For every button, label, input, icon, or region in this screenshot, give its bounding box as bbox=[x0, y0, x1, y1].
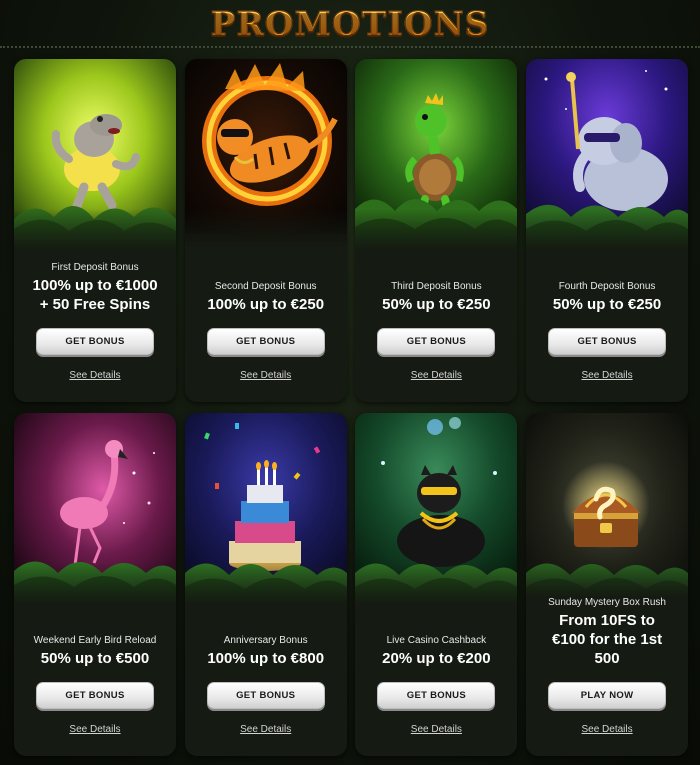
card-offer: 50% up to €500 bbox=[40, 650, 150, 667]
promo-card-second-deposit: Second Deposit Bonus 100% up to €250 GET… bbox=[184, 59, 347, 402]
card-offer: 20% up to €200 bbox=[382, 650, 491, 667]
promo-card-live-cashback: Live Casino Cashback 20% up to €200 GET … bbox=[355, 413, 518, 756]
see-details-link[interactable]: See Details bbox=[69, 724, 120, 735]
see-details-link[interactable]: See Details bbox=[411, 724, 462, 735]
treasure-chest-illustration bbox=[526, 413, 689, 597]
see-details-link[interactable]: See Details bbox=[581, 370, 632, 381]
see-details-link[interactable]: See Details bbox=[69, 370, 120, 381]
turtle-illustration bbox=[355, 59, 518, 249]
promotions-grid: First Deposit Bonus 100% up to €1000 + 5… bbox=[14, 59, 689, 756]
promo-card-first-deposit: First Deposit Bonus 100% up to €1000 + 5… bbox=[14, 59, 176, 402]
promo-card-third-deposit: Third Deposit Bonus 50% up to €250 GET B… bbox=[355, 59, 518, 402]
card-offer: 100% up to €1000 + 50 Free Spins bbox=[32, 277, 158, 313]
card-offer: 50% up to €250 bbox=[382, 296, 491, 313]
card-label: Weekend Early Bird Reload bbox=[33, 635, 157, 646]
see-details-link[interactable]: See Details bbox=[411, 370, 462, 381]
page-title: PROMOTIONS bbox=[210, 3, 490, 43]
page-header: PROMOTIONS bbox=[0, 0, 700, 50]
elephant-illustration bbox=[526, 59, 689, 249]
see-details-link[interactable]: See Details bbox=[581, 724, 632, 735]
promo-card-anniversary: Anniversary Bonus 100% up to €800 GET BO… bbox=[184, 413, 347, 756]
see-details-link[interactable]: See Details bbox=[240, 724, 291, 735]
get-bonus-button[interactable]: GET BONUS bbox=[548, 328, 667, 355]
card-label: Anniversary Bonus bbox=[223, 635, 308, 646]
card-offer: From 10FS to €100 for the 1st 500 bbox=[552, 612, 663, 667]
get-bonus-button[interactable]: GET BONUS bbox=[377, 328, 496, 355]
cake-illustration bbox=[184, 413, 347, 603]
card-label: Sunday Mystery Box Rush bbox=[548, 597, 666, 608]
card-offer: 100% up to €800 bbox=[207, 650, 325, 667]
card-label: Second Deposit Bonus bbox=[214, 281, 317, 292]
hippo-illustration bbox=[14, 59, 176, 249]
get-bonus-button[interactable]: GET BONUS bbox=[377, 682, 496, 709]
card-label: First Deposit Bonus bbox=[51, 262, 139, 273]
get-bonus-button[interactable]: GET BONUS bbox=[206, 682, 325, 709]
get-bonus-button[interactable]: GET BONUS bbox=[36, 328, 154, 355]
promo-card-weekend-reload: Weekend Early Bird Reload 50% up to €500… bbox=[14, 413, 176, 756]
tiger-illustration bbox=[184, 59, 347, 249]
play-now-button[interactable]: PLAY NOW bbox=[548, 682, 667, 709]
card-offer: 50% up to €250 bbox=[552, 296, 662, 313]
card-label: Third Deposit Bonus bbox=[391, 281, 482, 292]
get-bonus-button[interactable]: GET BONUS bbox=[206, 328, 325, 355]
get-bonus-button[interactable]: GET BONUS bbox=[36, 682, 154, 709]
promo-card-fourth-deposit: Fourth Deposit Bonus 50% up to €250 GET … bbox=[526, 59, 689, 402]
promo-card-mystery-box: Sunday Mystery Box Rush From 10FS to €10… bbox=[526, 413, 689, 756]
header-divider bbox=[0, 46, 700, 48]
card-offer: 100% up to €250 bbox=[207, 296, 325, 313]
panther-illustration bbox=[355, 413, 518, 603]
flamingo-illustration bbox=[14, 413, 176, 603]
card-label: Live Casino Cashback bbox=[386, 635, 487, 646]
card-label: Fourth Deposit Bonus bbox=[558, 281, 656, 292]
see-details-link[interactable]: See Details bbox=[240, 370, 291, 381]
